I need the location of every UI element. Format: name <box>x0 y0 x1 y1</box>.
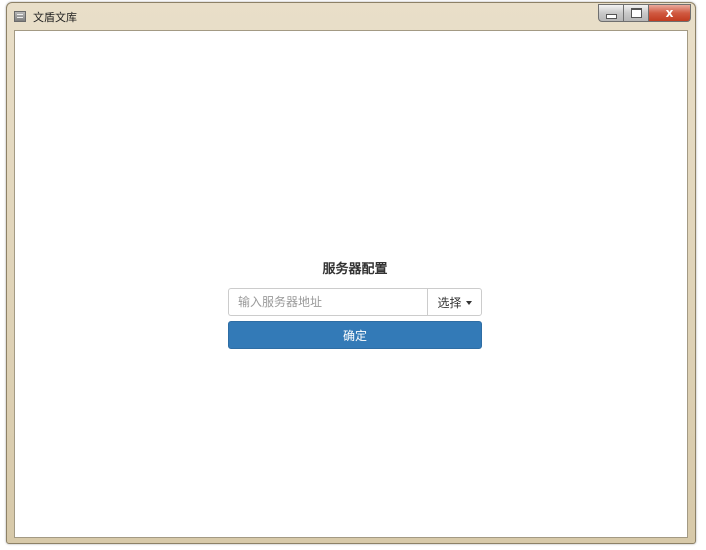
close-button[interactable]: x <box>649 4 691 22</box>
window-title: 文盾文库 <box>33 11 77 24</box>
app-window: 文盾文库 x 服务器配置 选择 确定 <box>6 2 696 544</box>
confirm-button[interactable]: 确定 <box>228 321 482 349</box>
caret-down-icon <box>465 300 472 305</box>
server-address-input[interactable] <box>228 288 427 316</box>
select-button-label: 选择 <box>437 295 462 310</box>
maximize-icon <box>630 8 642 18</box>
window-controls: x <box>598 4 691 23</box>
select-dropdown-button[interactable]: 选择 <box>427 288 482 316</box>
minimize-button[interactable] <box>598 4 624 22</box>
server-config-title: 服务器配置 <box>322 262 388 277</box>
server-input-group: 选择 <box>228 288 482 316</box>
content-area: 服务器配置 选择 确定 <box>14 30 688 538</box>
app-icon <box>14 11 26 22</box>
close-icon: x <box>665 6 674 20</box>
confirm-button-label: 确定 <box>342 328 367 343</box>
minimize-icon <box>605 13 617 19</box>
title-bar[interactable]: 文盾文库 x <box>7 3 695 30</box>
maximize-button[interactable] <box>624 4 649 22</box>
server-config-panel: 服务器配置 选择 确定 <box>228 260 482 349</box>
